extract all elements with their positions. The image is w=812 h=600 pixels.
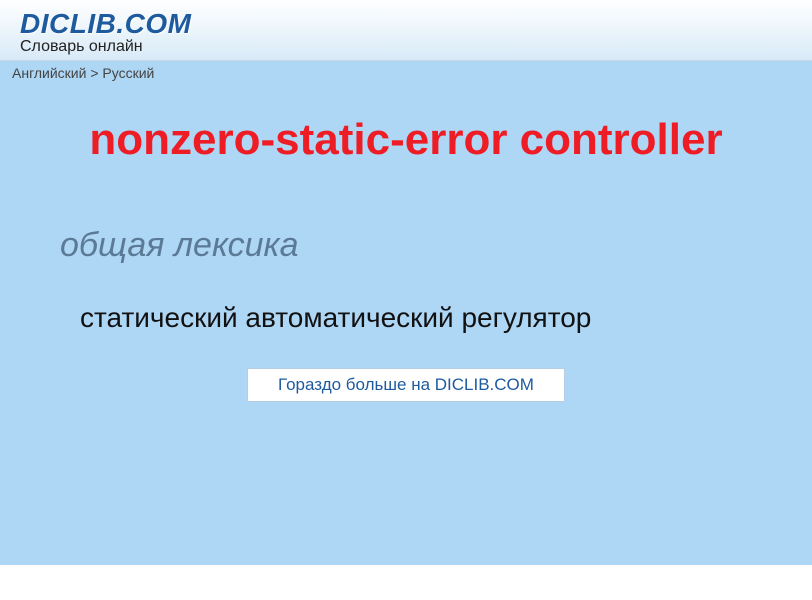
more-link[interactable]: Гораздо больше на DICLIB.COM [247, 368, 565, 402]
main-content: nonzero-static-error controller общая ле… [0, 85, 812, 565]
site-logo[interactable]: DICLIB.COM [20, 8, 792, 40]
dictionary-term: nonzero-static-error controller [20, 115, 792, 166]
term-definition: статический автоматический регулятор [80, 300, 752, 336]
breadcrumb: Английский > Русский [0, 61, 812, 85]
site-header: DICLIB.COM Словарь онлайн [0, 0, 812, 61]
more-link-container: Гораздо больше на DICLIB.COM [20, 368, 792, 402]
site-tagline: Словарь онлайн [20, 38, 792, 56]
term-category: общая лексика [60, 226, 792, 265]
